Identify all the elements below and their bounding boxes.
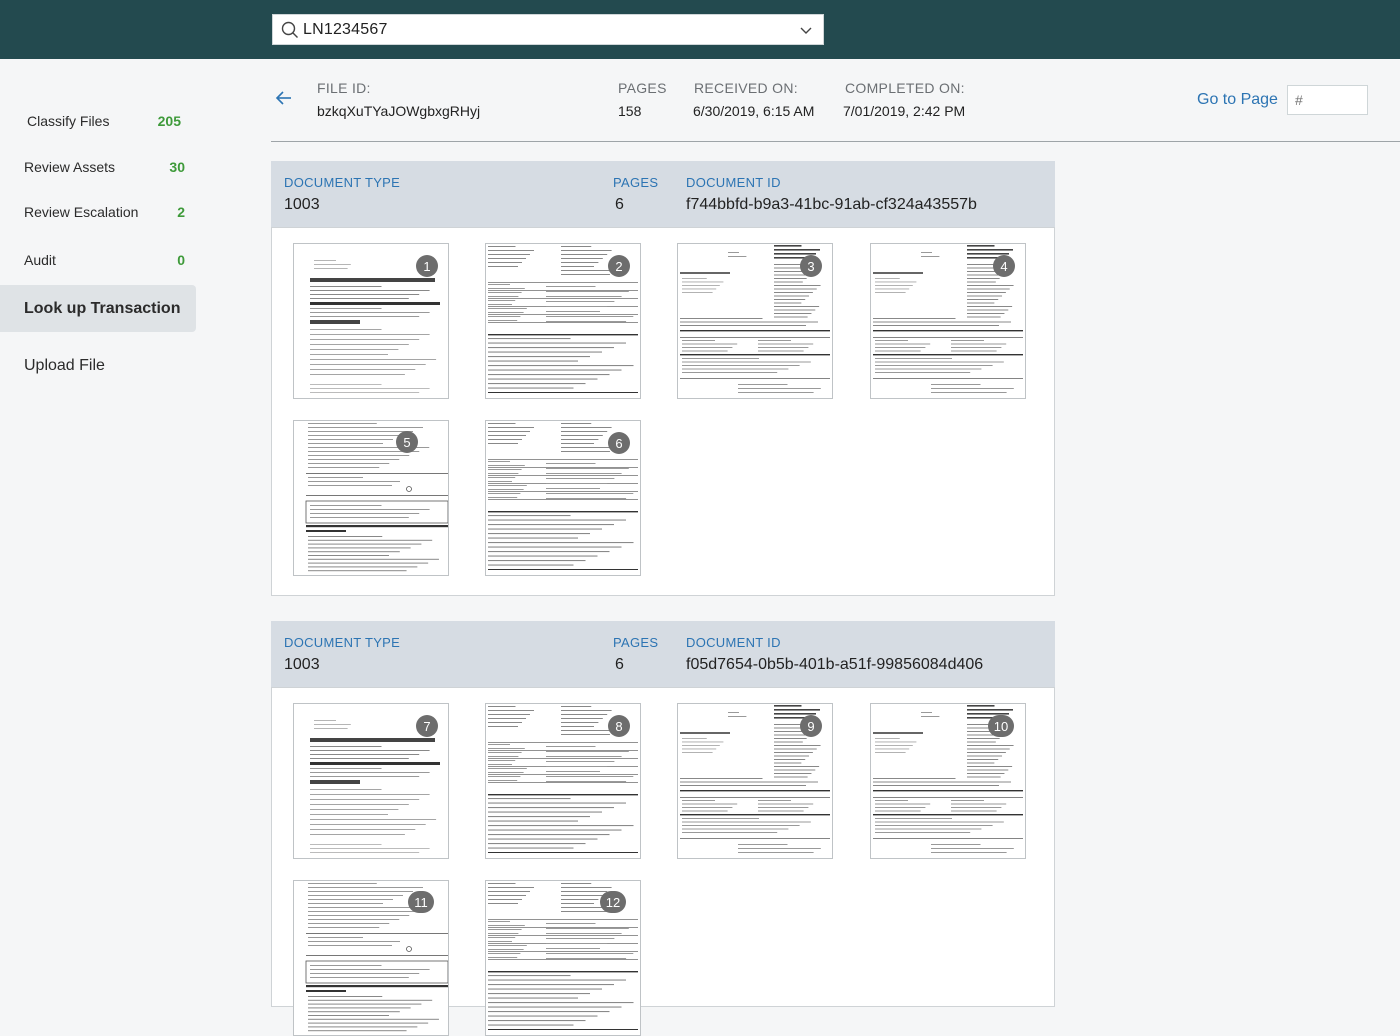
document-id-label: DOCUMENT ID bbox=[686, 635, 781, 650]
pages-value: 158 bbox=[618, 103, 642, 119]
page-thumbnail[interactable]: 3 bbox=[677, 243, 833, 399]
sidebar-item-label: Look up Transaction bbox=[24, 299, 181, 317]
top-bar: LN1234567 bbox=[0, 0, 1400, 59]
sidebar: Classify Files 205 Review Assets 30 Revi… bbox=[0, 59, 200, 995]
sidebar-item-review-escalation[interactable]: Review Escalation 2 bbox=[0, 189, 196, 235]
back-arrow-icon[interactable] bbox=[275, 89, 293, 107]
main-content: FILE ID: bzkqXuTYaJOWgbxgRHyj PAGES 158 … bbox=[200, 59, 1400, 1036]
page-thumbnail[interactable]: 11 bbox=[293, 880, 449, 1036]
page-thumbnail[interactable]: 5 bbox=[293, 420, 449, 576]
file-id-label: FILE ID: bbox=[317, 80, 371, 96]
completed-on-value: 7/01/2019, 2:42 PM bbox=[843, 103, 966, 119]
divider bbox=[271, 141, 1400, 142]
page-number-badge: 11 bbox=[408, 891, 434, 913]
sidebar-item-look-up-transaction[interactable]: Look up Transaction bbox=[0, 285, 196, 332]
page-thumbnail[interactable]: 4 bbox=[870, 243, 1026, 399]
file-id-value: bzkqXuTYaJOWgbxgRHyj bbox=[317, 103, 481, 119]
page-number-badge: 5 bbox=[396, 431, 418, 453]
sidebar-item-label: Review Escalation bbox=[24, 204, 139, 220]
document-type-value: 1003 bbox=[284, 196, 320, 213]
document-block: DOCUMENT TYPE 1003 PAGES 6 DOCUMENT ID f… bbox=[271, 621, 1055, 1036]
document-block: DOCUMENT TYPE 1003 PAGES 6 DOCUMENT ID f… bbox=[271, 161, 1055, 596]
page-number-badge: 10 bbox=[988, 715, 1014, 737]
page-number-badge: 2 bbox=[608, 255, 630, 277]
go-to-page-input[interactable] bbox=[1287, 85, 1368, 115]
sidebar-item-label: Upload File bbox=[24, 357, 105, 374]
received-on-value: 6/30/2019, 6:15 AM bbox=[693, 103, 815, 119]
received-on-label: RECEIVED ON: bbox=[694, 80, 798, 96]
loan-search-field[interactable]: LN1234567 bbox=[272, 14, 824, 45]
page-thumbnail[interactable]: 8 bbox=[485, 703, 641, 859]
page-thumbnail[interactable]: 12 bbox=[485, 880, 641, 1036]
page-thumbnail[interactable]: 6 bbox=[485, 420, 641, 576]
document-type-label: DOCUMENT TYPE bbox=[284, 635, 401, 650]
page-thumbnail[interactable]: 10 bbox=[870, 703, 1026, 859]
page-number-badge: 4 bbox=[993, 255, 1015, 277]
search-icon bbox=[281, 21, 299, 39]
document-pages-grid: 7 8 9 10 11 12 bbox=[271, 687, 1055, 1036]
count-badge: 2 bbox=[177, 204, 185, 220]
count-badge: 30 bbox=[169, 159, 185, 175]
document-header: DOCUMENT TYPE 1003 PAGES 6 DOCUMENT ID f… bbox=[271, 161, 1055, 227]
completed-on-label: COMPLETED ON: bbox=[845, 80, 965, 96]
document-pages-label: PAGES bbox=[613, 635, 659, 650]
sidebar-item-review-assets[interactable]: Review Assets 30 bbox=[0, 144, 196, 190]
page-thumbnail[interactable]: 9 bbox=[677, 703, 833, 859]
sidebar-item-upload-file[interactable]: Upload File bbox=[0, 343, 196, 389]
page-number-badge: 12 bbox=[600, 891, 626, 913]
document-pages-grid: 1 2 3 4 5 6 bbox=[271, 227, 1055, 596]
page-thumbnail[interactable]: 2 bbox=[485, 243, 641, 399]
pages-label: PAGES bbox=[618, 80, 667, 96]
page-thumbnail[interactable]: 7 bbox=[293, 703, 449, 859]
document-type-value: 1003 bbox=[284, 656, 320, 673]
sidebar-item-label: Audit bbox=[24, 252, 56, 268]
go-to-page-label: Go to Page bbox=[1197, 91, 1278, 108]
page-number-badge: 9 bbox=[800, 715, 822, 737]
count-badge: 0 bbox=[177, 252, 185, 268]
summary-page-art bbox=[305, 423, 448, 572]
page-number-badge: 8 bbox=[608, 715, 630, 737]
document-header: DOCUMENT TYPE 1003 PAGES 6 DOCUMENT ID f… bbox=[271, 621, 1055, 687]
sidebar-item-label: Review Assets bbox=[24, 159, 116, 175]
page-number-badge: 7 bbox=[416, 715, 438, 737]
document-pages-value: 6 bbox=[615, 656, 624, 673]
search-value[interactable]: LN1234567 bbox=[303, 21, 799, 39]
chevron-down-icon[interactable] bbox=[799, 23, 813, 37]
document-pages-label: PAGES bbox=[613, 175, 659, 190]
document-id-value: f744bbfd-b9a3-41bc-91ab-cf324a43557b bbox=[686, 196, 977, 213]
document-type-label: DOCUMENT TYPE bbox=[284, 175, 401, 190]
document-pages-value: 6 bbox=[615, 196, 624, 213]
page-thumbnail[interactable]: 1 bbox=[293, 243, 449, 399]
sidebar-item-classify-files[interactable]: Classify Files 205 bbox=[0, 98, 196, 144]
page-number-badge: 1 bbox=[416, 255, 438, 277]
sidebar-item-label: Classify Files bbox=[27, 113, 110, 129]
page-number-badge: 6 bbox=[608, 432, 630, 454]
count-badge: 205 bbox=[157, 113, 181, 129]
document-id-label: DOCUMENT ID bbox=[686, 175, 781, 190]
page-number-badge: 3 bbox=[800, 255, 822, 277]
document-id-value: f05d7654-0b5b-401b-a51f-99856084d406 bbox=[686, 656, 984, 673]
sidebar-item-audit[interactable]: Audit 0 bbox=[0, 237, 196, 283]
